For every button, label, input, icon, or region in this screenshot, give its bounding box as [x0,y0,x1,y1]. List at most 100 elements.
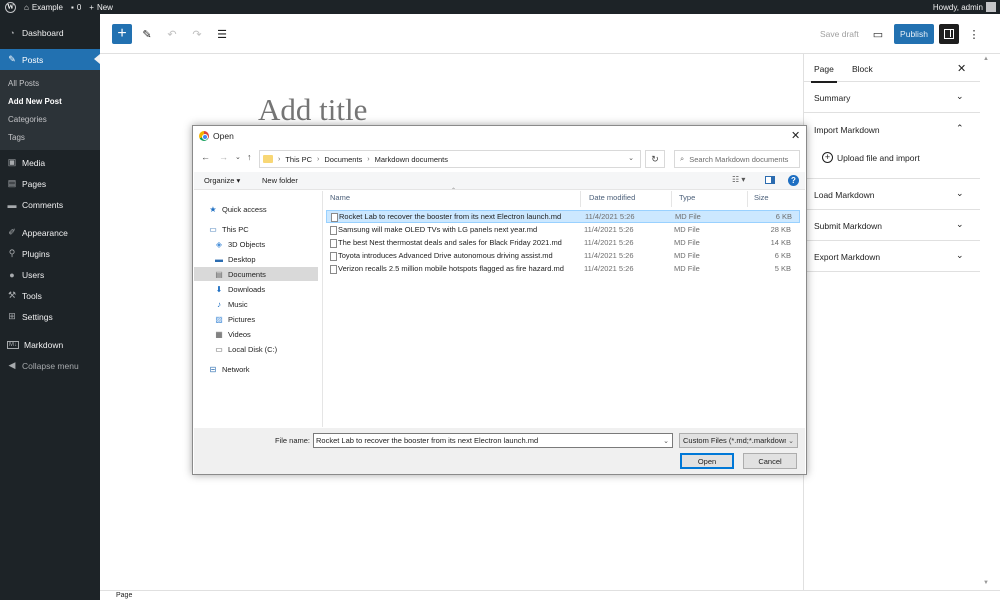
search-input[interactable]: ⌕ Search Markdown documents [674,150,800,168]
recent-locations-button[interactable]: ⌄ [235,153,241,161]
settings-sidebar: Page Block ✕ Summary ⌄ Import Markdown ⌃ … [803,54,980,590]
nav-music[interactable]: ♪ Music [194,297,318,311]
music-icon: ♪ [217,299,221,309]
account-menu[interactable]: Howdy, admin [933,0,996,14]
help-icon: ? [791,176,796,185]
open-button[interactable]: Open [680,453,734,469]
file-row[interactable]: Rocket Lab to recover the booster from i… [326,210,800,223]
nav-this-pc[interactable]: ▭ This PC [194,222,318,236]
sidebar-item-plugins[interactable]: ⚲ Plugins [0,243,100,264]
site-name-link[interactable]: ⌂ Example [24,3,63,12]
block-inserter-button[interactable]: + [112,24,132,44]
document-overview-button[interactable]: ☰ [215,26,229,42]
scroll-down-icon[interactable]: ▼ [983,580,989,586]
settings-toggle-button[interactable] [939,24,959,44]
submenu-all-posts[interactable]: All Posts [0,74,100,92]
column-type[interactable]: Type [679,193,695,202]
file-row[interactable]: Samsung will make OLED TVs with LG panel… [326,224,800,237]
chevron-down-icon[interactable]: ⌄ [661,435,669,447]
nav-documents[interactable]: ▤ Documents [194,267,318,281]
close-settings-button[interactable]: ✕ [957,62,966,75]
column-divider[interactable] [747,191,748,207]
file-row[interactable]: The best Nest thermostat deals and sales… [326,237,800,250]
collapse-menu-button[interactable]: ◀ Collapse menu [0,355,100,376]
nav-3d-objects[interactable]: ◈ 3D Objects [194,237,318,251]
nav-desktop[interactable]: ▬ Desktop [194,252,318,266]
column-size[interactable]: Size [754,193,769,202]
submit-markdown-panel[interactable]: Submit Markdown ⌄ [804,210,980,241]
comments-link[interactable]: ▪ 0 [71,3,81,12]
submenu-tags[interactable]: Tags [0,128,100,146]
network-icon: ⊟ [209,364,217,374]
submenu-add-new-post[interactable]: Add New Post [0,92,100,110]
load-markdown-panel[interactable]: Load Markdown ⌄ [804,179,980,210]
help-button[interactable]: ? [788,175,799,186]
sidebar-item-appearance[interactable]: ✐ Appearance [0,222,100,243]
tab-page[interactable]: Page [811,64,837,83]
refresh-button[interactable]: ↻ [645,150,665,168]
import-markdown-toggle[interactable]: Import Markdown [814,125,880,135]
forward-button[interactable]: → [219,152,228,162]
sidebar-item-markdown[interactable]: M↓ Markdown [0,334,100,355]
sort-ascending-icon: ⌃ [451,188,457,194]
upload-file-button[interactable]: + Upload file and import [822,152,920,163]
file-name-input[interactable]: Rocket Lab to recover the booster from i… [313,433,673,448]
sidebar-item-settings[interactable]: ⊞ Settings [0,306,100,327]
cancel-button[interactable]: Cancel [743,453,797,469]
nav-network[interactable]: ⊟ Network [194,362,318,376]
export-markdown-panel[interactable]: Export Markdown ⌄ [804,241,980,272]
column-divider[interactable] [580,191,581,207]
up-button[interactable]: ↑ [247,152,252,162]
sidebar-item-posts[interactable]: ✎ Posts [0,49,100,70]
column-date-modified[interactable]: Date modified [589,193,635,202]
nav-local-disk[interactable]: ▭ Local Disk (C:) [194,342,318,356]
chevron-down-icon: ⌄ [956,91,964,101]
file-icon [330,252,337,261]
change-view-button[interactable]: ☷ ▾ [732,175,745,184]
preview-button[interactable]: ▭ [871,26,885,42]
nav-videos[interactable]: ▦ Videos [194,327,318,341]
nav-quick-access[interactable]: ★ Quick access [194,202,318,216]
back-button[interactable]: ← [201,152,210,162]
breadcrumb-markdown-documents[interactable]: Markdown documents [375,155,448,164]
redo-button[interactable]: ↷ [190,26,204,42]
sidebar-item-pages[interactable]: ▤ Pages [0,173,100,194]
column-divider[interactable] [671,191,672,207]
nav-pictures[interactable]: ▨ Pictures [194,312,318,326]
chevron-down-icon[interactable]: ⌄ [628,154,634,162]
new-folder-button[interactable]: New folder [262,176,298,185]
breadcrumb-this-pc[interactable]: This PC [285,155,312,164]
submenu-categories[interactable]: Categories [0,110,100,128]
star-icon: ★ [209,204,217,214]
options-menu-button[interactable]: ⋮ [967,26,981,42]
sidebar-item-tools[interactable]: ⚒ Tools [0,285,100,306]
dialog-close-button[interactable]: ✕ [791,129,800,142]
sidebar-item-dashboard[interactable]: ◔ Dashboard [0,22,100,43]
nav-downloads[interactable]: ⬇ Downloads [194,282,318,296]
block-breadcrumb[interactable]: Page [100,590,1000,600]
address-bar[interactable]: › This PC › Documents › Markdown documen… [259,150,641,168]
sidebar-item-users[interactable]: ● Users [0,264,100,285]
file-type-select[interactable]: Custom Files (*.md;*.markdown) ⌄ [679,433,798,448]
summary-panel[interactable]: Summary ⌄ [804,82,980,113]
undo-button[interactable]: ↶ [165,26,179,42]
page-scrollbar[interactable]: ▲ ▼ [980,54,1000,590]
scroll-up-icon[interactable]: ▲ [983,56,989,62]
arrow-left-icon: ← [201,152,210,162]
new-content-link[interactable]: + New [89,3,113,12]
view-list-icon: ☷ ▾ [732,175,746,184]
sidebar-item-media[interactable]: ▣ Media [0,152,100,173]
organize-button[interactable]: Organize ▾ [204,176,240,185]
breadcrumb-documents[interactable]: Documents [324,155,362,164]
file-row[interactable]: Toyota introduces Advanced Drive autonom… [326,250,800,263]
publish-button[interactable]: Publish [894,24,934,44]
preview-pane-button[interactable] [765,176,775,184]
save-draft-button[interactable]: Save draft [820,29,859,39]
tab-block[interactable]: Block [852,64,873,74]
post-title-input[interactable]: Add title [258,92,367,128]
file-row[interactable]: Verizon recalls 2.5 million mobile hotsp… [326,263,800,276]
sidebar-item-comments[interactable]: ▬ Comments [0,194,100,215]
wp-logo-menu[interactable]: W [5,1,16,13]
column-name[interactable]: Name [330,193,350,202]
tools-button[interactable]: ✎ [140,26,154,42]
